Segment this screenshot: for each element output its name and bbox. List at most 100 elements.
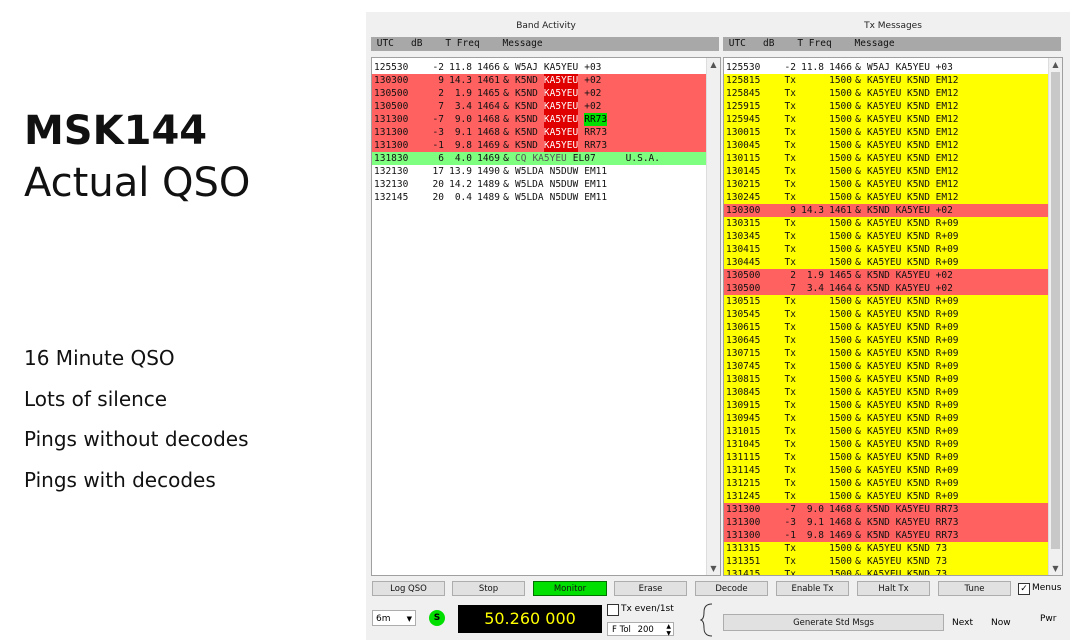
list-item[interactable]: 130615 Tx 1500 & KA5YEU K5ND R+09	[724, 321, 1048, 334]
slide-subtitle: Actual QSO	[24, 160, 251, 206]
list-item[interactable]: 125915 Tx 1500 & KA5YEU K5ND EM12	[724, 100, 1048, 113]
utc-cell: 130500	[374, 88, 409, 99]
list-item[interactable]: 131300 -3 9.1 1468 & K5ND KA5YEU RR73	[372, 126, 706, 139]
list-item[interactable]: 130115 Tx 1500 & KA5YEU K5ND EM12	[724, 152, 1048, 165]
db-cell: 17	[432, 166, 444, 177]
db-cell: Tx	[784, 478, 796, 489]
amp-cell: &	[855, 361, 861, 372]
amp-cell: &	[503, 140, 509, 151]
list-item[interactable]: 131045 Tx 1500 & KA5YEU K5ND R+09	[724, 438, 1048, 451]
list-item[interactable]: 130215 Tx 1500 & KA5YEU K5ND EM12	[724, 178, 1048, 191]
list-item[interactable]: 131830 6 4.0 1469 & CQ KA5YEU EL07 U.S.A.	[372, 152, 706, 165]
list-item[interactable]: 132130 20 14.2 1489 & W5LDA N5DUW EM11	[372, 178, 706, 191]
list-item[interactable]: 131300 -7 9.0 1468 & K5ND KA5YEU RR73	[724, 503, 1048, 516]
db-cell: Tx	[784, 491, 796, 502]
db-cell: Tx	[784, 101, 796, 112]
list-item[interactable]: 130945 Tx 1500 & KA5YEU K5ND R+09	[724, 412, 1048, 425]
list-item[interactable]: 130315 Tx 1500 & KA5YEU K5ND R+09	[724, 217, 1048, 230]
list-item[interactable]: 131351 Tx 1500 & KA5YEU K5ND 73	[724, 555, 1048, 568]
list-item[interactable]: 132145 20 0.4 1489 & W5LDA N5DUW EM11	[372, 191, 706, 204]
log-qso-button[interactable]: Log QSO	[372, 581, 445, 596]
list-item[interactable]: 130645 Tx 1500 & KA5YEU K5ND R+09	[724, 334, 1048, 347]
message-cell: K5ND KA5YEU +02	[512, 74, 705, 87]
message-cell: KA5YEU K5ND EM12	[867, 101, 959, 112]
message-cell: K5ND KA5YEU +02	[867, 205, 953, 216]
tx-messages-list[interactable]: 125530 -2 11.8 1466 & W5AJ KA5YEU +03 125815 Tx…	[723, 57, 1063, 576]
list-item[interactable]: 131245 Tx 1500 & KA5YEU K5ND R+09	[724, 490, 1048, 503]
stop-button[interactable]: Stop	[452, 581, 525, 596]
freq-cell: 1500	[829, 361, 852, 372]
list-item[interactable]: 131145 Tx 1500 & KA5YEU K5ND R+09	[724, 464, 1048, 477]
list-item[interactable]: 131115 Tx 1500 & KA5YEU K5ND R+09	[724, 451, 1048, 464]
list-item[interactable]: 130045 Tx 1500 & KA5YEU K5ND EM12	[724, 139, 1048, 152]
list-item[interactable]: 131300 -1 9.8 1469 & K5ND KA5YEU RR73	[372, 139, 706, 152]
list-item[interactable]: 131215 Tx 1500 & KA5YEU K5ND R+09	[724, 477, 1048, 490]
list-item[interactable]: 131300 -7 9.0 1468 & K5ND KA5YEU RR73	[372, 113, 706, 126]
list-item[interactable]: 130545 Tx 1500 & KA5YEU K5ND R+09	[724, 308, 1048, 321]
list-item[interactable]: 131300 -3 9.1 1468 & K5ND KA5YEU RR73	[724, 516, 1048, 529]
list-item[interactable]: 125530 -2 11.8 1466 & W5AJ KA5YEU +03	[372, 61, 706, 74]
list-item[interactable]: 130845 Tx 1500 & KA5YEU K5ND R+09	[724, 386, 1048, 399]
scroll-down-icon[interactable]: ▼	[707, 562, 720, 575]
list-item[interactable]: 130245 Tx 1500 & KA5YEU K5ND EM12	[724, 191, 1048, 204]
list-item[interactable]: 130300 9 14.3 1461 & K5ND KA5YEU +02	[724, 204, 1048, 217]
list-item[interactable]: 130445 Tx 1500 & KA5YEU K5ND R+09	[724, 256, 1048, 269]
freq-cell: 1466	[477, 62, 500, 73]
list-item[interactable]: 131315 Tx 1500 & KA5YEU K5ND 73	[724, 542, 1048, 555]
scroll-up-icon[interactable]: ▲	[707, 58, 720, 71]
band-select[interactable]: 6m ▼	[372, 610, 416, 626]
list-item[interactable]: 130500 7 3.4 1464 & K5ND KA5YEU +02	[372, 100, 706, 113]
menus-checkbox[interactable]: ✓	[1018, 583, 1030, 595]
message-cell: KA5YEU K5ND R+09	[867, 452, 959, 463]
amp-cell: &	[855, 413, 861, 424]
list-item[interactable]: 130500 7 3.4 1464 & K5ND KA5YEU +02	[724, 282, 1048, 295]
db-cell: Tx	[784, 166, 796, 177]
ftol-spinbox[interactable]: F Tol 200 ▲ ▼	[607, 622, 674, 637]
list-item[interactable]: 131300 -1 9.8 1469 & K5ND KA5YEU RR73	[724, 529, 1048, 542]
dt-cell: 1.9	[806, 270, 824, 281]
list-item[interactable]: 130500 2 1.9 1465 & K5ND KA5YEU +02	[724, 269, 1048, 282]
msg-report: +02	[584, 101, 602, 112]
list-item[interactable]: 125815 Tx 1500 & KA5YEU K5ND EM12	[724, 74, 1048, 87]
list-item[interactable]: 130015 Tx 1500 & KA5YEU K5ND EM12	[724, 126, 1048, 139]
list-item[interactable]: 130715 Tx 1500 & KA5YEU K5ND R+09	[724, 347, 1048, 360]
amp-cell: &	[855, 322, 861, 333]
list-item[interactable]: 130915 Tx 1500 & KA5YEU K5ND R+09	[724, 399, 1048, 412]
decode-button[interactable]: Decode	[695, 581, 768, 596]
generate-std-msgs-button[interactable]: Generate Std Msgs	[723, 614, 944, 631]
enable-tx-button[interactable]: Enable Tx	[776, 581, 849, 596]
scroll-down-icon[interactable]: ▼	[1049, 562, 1062, 575]
list-item[interactable]: 130300 9 14.3 1461 & K5ND KA5YEU +02	[372, 74, 706, 87]
list-item[interactable]: 125845 Tx 1500 & KA5YEU K5ND EM12	[724, 87, 1048, 100]
list-item[interactable]: 132130 17 13.9 1490 & W5LDA N5DUW EM11	[372, 165, 706, 178]
msg-call-2: KA5YEU	[543, 87, 579, 100]
list-item[interactable]: 130145 Tx 1500 & KA5YEU K5ND EM12	[724, 165, 1048, 178]
list-item[interactable]: 130415 Tx 1500 & KA5YEU K5ND R+09	[724, 243, 1048, 256]
list-item[interactable]: 130815 Tx 1500 & KA5YEU K5ND R+09	[724, 373, 1048, 386]
now-label[interactable]: Now	[991, 618, 1011, 628]
dt-cell: 1.9	[454, 88, 472, 99]
tx-messages-scrollbar[interactable]: ▲ ▼	[1048, 58, 1062, 575]
list-item[interactable]: 130515 Tx 1500 & KA5YEU K5ND R+09	[724, 295, 1048, 308]
list-item[interactable]: 125530 -2 11.8 1466 & W5AJ KA5YEU +03	[724, 61, 1048, 74]
list-item[interactable]: 131415 Tx 1500 & KA5YEU K5ND 73	[724, 568, 1048, 575]
next-label[interactable]: Next	[952, 618, 973, 628]
band-activity-scrollbar[interactable]: ▲ ▼	[706, 58, 720, 575]
utc-cell: 131215	[726, 478, 761, 489]
tune-button[interactable]: Tune	[938, 581, 1011, 596]
tx-even-checkbox[interactable]	[607, 604, 619, 616]
tx-even-label: Tx even/1st	[621, 604, 674, 614]
list-item[interactable]: 131015 Tx 1500 & KA5YEU K5ND R+09	[724, 425, 1048, 438]
band-activity-list[interactable]: 125530 -2 11.8 1466 & W5AJ KA5YEU +03 130300 9 14.…	[371, 57, 721, 576]
erase-button[interactable]: Erase	[614, 581, 687, 596]
list-item[interactable]: 130500 2 1.9 1465 & K5ND KA5YEU +02	[372, 87, 706, 100]
scroll-up-icon[interactable]: ▲	[1049, 58, 1062, 71]
spin-arrows-icon[interactable]: ▲ ▼	[666, 623, 671, 637]
list-item[interactable]: 130345 Tx 1500 & KA5YEU K5ND R+09	[724, 230, 1048, 243]
freq-cell: 1500	[829, 257, 852, 268]
monitor-button[interactable]: Monitor	[533, 581, 607, 596]
list-item[interactable]: 125945 Tx 1500 & KA5YEU K5ND EM12	[724, 113, 1048, 126]
list-item[interactable]: 130745 Tx 1500 & KA5YEU K5ND R+09	[724, 360, 1048, 373]
halt-tx-button[interactable]: Halt Tx	[857, 581, 930, 596]
scroll-thumb[interactable]	[1051, 72, 1060, 549]
